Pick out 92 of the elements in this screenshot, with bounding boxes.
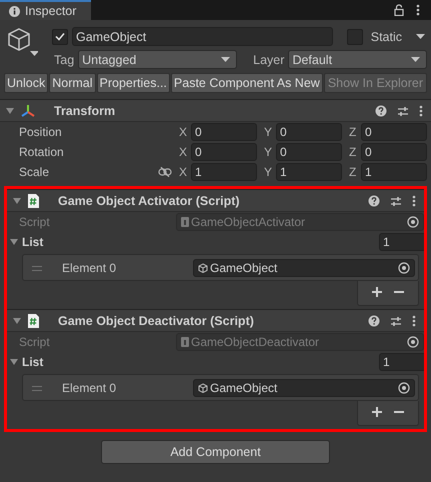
dropdown-caret-icon[interactable] [416, 33, 425, 40]
object-picker-icon [407, 336, 419, 348]
number-field[interactable]: 0 [191, 123, 257, 141]
size-field[interactable]: 1 [379, 233, 424, 251]
drag-handle-icon[interactable] [32, 266, 42, 270]
collapse-arrow-icon[interactable] [5, 106, 15, 116]
cube-icon [6, 27, 32, 53]
component-header[interactable]: Game Object Activator (Script) [7, 189, 424, 212]
help-icon[interactable] [375, 104, 387, 116]
component-header[interactable]: Transform [0, 100, 431, 122]
size-field[interactable]: 1 [379, 353, 424, 371]
number-field[interactable]: 0 [361, 123, 427, 141]
static-checkbox[interactable] [346, 28, 363, 44]
component-header[interactable]: Game Object Deactivator (Script) [7, 309, 424, 332]
axis-label: Z [349, 145, 358, 159]
more-options-icon[interactable] [412, 194, 416, 206]
toolbar-button[interactable]: Properties... [96, 73, 170, 93]
more-options-icon[interactable] [412, 314, 416, 326]
component-title: Game Object Activator (Script) [58, 194, 241, 208]
component-title: Game Object Deactivator (Script) [58, 314, 255, 328]
collapse-arrow-icon[interactable] [12, 316, 22, 326]
number-field[interactable]: 0 [361, 143, 427, 161]
help-icon[interactable] [368, 194, 380, 206]
object-picker-icon [407, 216, 419, 228]
sliders-icon[interactable] [397, 104, 409, 116]
collapse-arrow-icon[interactable] [9, 237, 19, 247]
number-field[interactable]: 1 [361, 163, 427, 181]
element-label: Element 0 [62, 261, 118, 275]
collapse-arrow-icon[interactable] [9, 357, 19, 367]
script-field: GameObjectActivator [176, 213, 424, 231]
dropdown-caret-icon [411, 56, 420, 63]
property-label: Scale [19, 165, 50, 179]
static-label: Static [370, 30, 402, 44]
script-icon [181, 337, 189, 347]
number-field[interactable]: 0 [191, 143, 257, 161]
cube-icon [198, 263, 208, 273]
drag-handle-icon[interactable] [32, 386, 42, 390]
script-icon [27, 194, 40, 208]
inspector-tab[interactable]: Inspector [0, 0, 91, 20]
plus-icon [372, 407, 382, 417]
info-icon [9, 6, 20, 16]
checkmark-icon [55, 32, 65, 41]
add-component-button[interactable]: Add Component [101, 440, 330, 464]
axes-icon [20, 104, 36, 118]
axis-label: Y [264, 145, 274, 159]
axis-label: Z [349, 165, 358, 179]
dropdown-caret-icon[interactable] [30, 50, 38, 56]
more-options-icon[interactable] [416, 4, 420, 16]
layer-dropdown[interactable]: Default [288, 50, 427, 69]
object-field[interactable]: GameObject [193, 379, 415, 397]
axis-label: X [179, 145, 188, 159]
toolbar-button[interactable]: Paste Component As New [170, 73, 323, 93]
script-icon [181, 217, 189, 227]
dropdown-caret-icon [221, 56, 230, 63]
list-label: List [22, 355, 44, 369]
tag-dropdown[interactable]: Untagged [78, 50, 238, 69]
axis-label: X [179, 125, 188, 139]
element-label: Element 0 [62, 381, 118, 395]
cube-icon [198, 383, 208, 393]
layer-label: Layer [253, 52, 284, 66]
tag-label: Tag [54, 52, 74, 66]
toolbar-button[interactable]: Normal [49, 73, 96, 93]
name-field[interactable]: GameObject [72, 27, 333, 46]
object-picker-icon[interactable] [398, 382, 410, 394]
list-label: List [22, 235, 44, 249]
object-field[interactable]: GameObject [193, 259, 415, 277]
unlinked-chain-icon[interactable] [158, 167, 172, 177]
lock-icon[interactable] [394, 4, 404, 16]
axis-label: X [179, 165, 188, 179]
help-icon[interactable] [368, 314, 380, 326]
property-label: Rotation [19, 145, 65, 159]
number-field[interactable]: 0 [276, 123, 342, 141]
number-field[interactable]: 0 [276, 143, 342, 161]
axis-label: Y [264, 125, 274, 139]
axis-label: Z [349, 125, 358, 139]
active-checkbox[interactable] [52, 28, 68, 44]
number-field[interactable]: 1 [191, 163, 257, 181]
collapse-arrow-icon[interactable] [12, 196, 22, 206]
axis-label: Y [264, 165, 274, 179]
more-options-icon[interactable] [419, 104, 423, 116]
property-label: Script [19, 335, 51, 349]
script-icon [27, 314, 40, 328]
object-picker-icon[interactable] [398, 262, 410, 274]
toolbar-button[interactable]: Unlock [4, 73, 48, 93]
property-label: Script [19, 215, 51, 229]
plus-icon [372, 287, 382, 297]
property-label: Position [19, 125, 63, 139]
component-title: Transform [54, 104, 116, 118]
number-field[interactable]: 1 [276, 163, 342, 181]
sliders-icon[interactable] [390, 194, 402, 206]
script-field: GameObjectDeactivator [176, 333, 424, 351]
sliders-icon[interactable] [390, 314, 402, 326]
